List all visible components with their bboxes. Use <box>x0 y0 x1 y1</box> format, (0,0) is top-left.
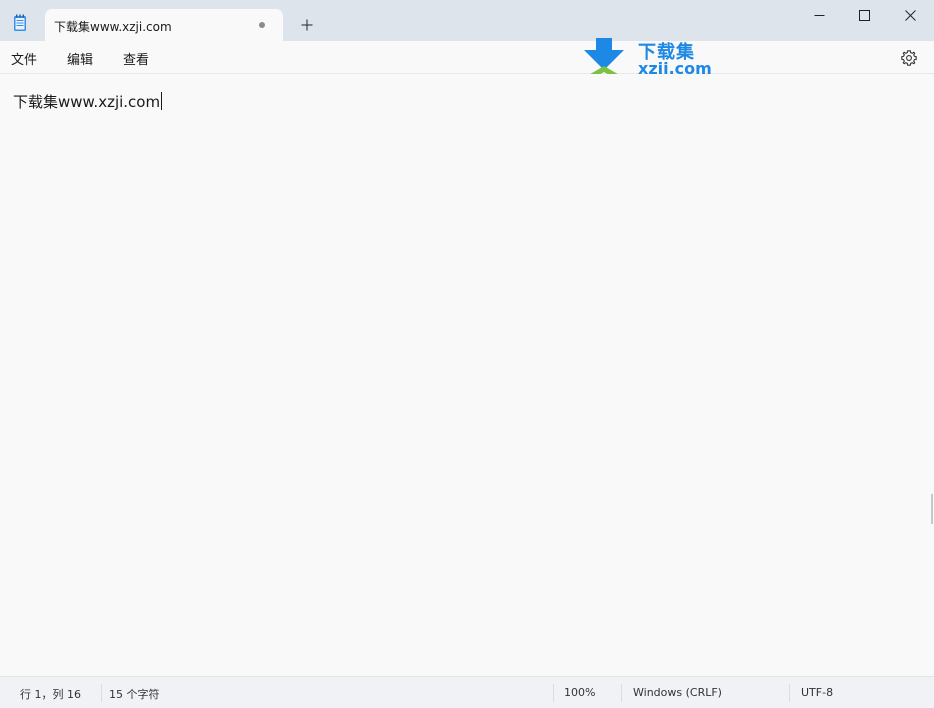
status-bar: 行 1，列 16 15 个字符 100% Windows (CRLF) UTF-… <box>0 676 934 708</box>
vertical-scrollbar[interactable] <box>931 494 933 524</box>
menu-edit[interactable]: 编辑 <box>67 49 93 68</box>
plus-icon <box>301 19 313 31</box>
status-encoding[interactable]: UTF-8 <box>801 686 833 699</box>
menu-bar: 文件 编辑 查看 <box>0 41 934 74</box>
status-zoom[interactable]: 100% <box>564 686 595 699</box>
tab-document[interactable]: 下载集www.xzji.com <box>45 9 283 41</box>
title-bar[interactable]: 下载集www.xzji.com <box>0 0 934 41</box>
editor-content[interactable]: 下载集www.xzji.com <box>13 91 163 112</box>
notepad-app-icon <box>14 14 26 31</box>
status-char-count: 15 个字符 <box>109 688 160 701</box>
status-line-ending[interactable]: Windows (CRLF) <box>633 686 722 699</box>
menu-view[interactable]: 查看 <box>123 49 149 68</box>
notepad-window: 下载集www.xzji.com 文件 编辑 查看 下载集 xzji.com 下载… <box>0 0 934 708</box>
maximize-icon <box>858 9 870 21</box>
menu-file[interactable]: 文件 <box>11 49 37 68</box>
tab-title: 下载集www.xzji.com <box>54 20 172 34</box>
new-tab-button[interactable] <box>296 14 318 36</box>
status-separator <box>553 684 554 702</box>
text-caret <box>161 92 163 110</box>
status-separator <box>789 684 790 702</box>
status-separator <box>621 684 622 702</box>
minimize-button[interactable] <box>796 0 842 30</box>
close-button[interactable] <box>887 0 933 30</box>
gear-icon[interactable] <box>900 49 918 67</box>
status-cursor-position: 行 1，列 16 <box>20 688 81 701</box>
maximize-button[interactable] <box>841 0 887 30</box>
editor-text: 下载集www.xzji.com <box>13 93 161 111</box>
status-separator <box>101 684 102 702</box>
minimize-icon <box>814 14 824 16</box>
text-editor[interactable]: 下载集www.xzji.com <box>0 74 934 676</box>
unsaved-dot-icon[interactable] <box>259 22 265 28</box>
close-icon <box>904 9 916 21</box>
